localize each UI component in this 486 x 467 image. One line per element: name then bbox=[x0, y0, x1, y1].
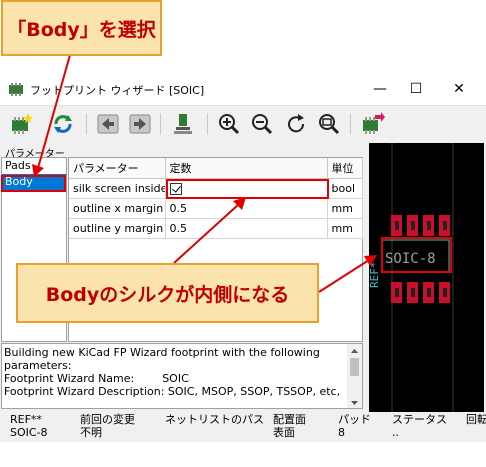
param-unit: mm bbox=[327, 198, 363, 219]
title-bar: フットプリント ウィザード [SOIC] — ☐ ✕ bbox=[0, 73, 486, 105]
toolbar bbox=[0, 105, 486, 143]
message-line: Building new KiCad FP Wizard footprint w… bbox=[4, 346, 320, 359]
highlight-preview-silk bbox=[381, 237, 452, 273]
select-wizard-icon[interactable] bbox=[8, 111, 34, 137]
message-scrollbar[interactable] bbox=[347, 344, 362, 408]
status-label-last-change: 前回の変更 bbox=[80, 413, 135, 426]
param-value[interactable]: 0.5 bbox=[165, 198, 328, 219]
zoom-in-icon[interactable] bbox=[216, 111, 242, 137]
app-icon bbox=[8, 82, 24, 96]
status-bar: REF** SOIC-8 前回の変更 不明 ネットリストのパス 配置面 表面 パッド 8… bbox=[0, 412, 486, 442]
message-line: Footprint Wizard Name: SOIC bbox=[4, 372, 189, 385]
next-icon[interactable] bbox=[127, 111, 153, 137]
table-row: outline y margin 0.5 mm bbox=[69, 218, 363, 239]
export-icon[interactable] bbox=[360, 111, 386, 137]
zoom-fit-icon[interactable] bbox=[316, 111, 342, 137]
minimize-button[interactable]: — bbox=[365, 77, 395, 101]
message-line: Footprint Wizard Description: SOIC, MSOP… bbox=[4, 385, 341, 398]
param-name: outline y margin bbox=[69, 218, 166, 239]
status-label-netlist-path: ネットリストのパス bbox=[165, 413, 264, 426]
message-log[interactable]: Building new KiCad FP Wizard footprint w… bbox=[1, 343, 363, 409]
maximize-button[interactable]: ☐ bbox=[401, 77, 431, 101]
footprint-preview[interactable]: SOIC-8 REF** bbox=[368, 143, 484, 418]
column-header-unit[interactable]: 単位 bbox=[327, 158, 363, 179]
param-value[interactable]: 0.5 bbox=[165, 218, 328, 239]
previous-icon[interactable] bbox=[95, 111, 121, 137]
page-item-pads[interactable]: Pads bbox=[2, 158, 66, 174]
reference-text: REF** bbox=[369, 255, 381, 288]
window-title: フットプリント ウィザード [SOIC] bbox=[30, 84, 205, 97]
status-value-side: 表面 bbox=[273, 426, 295, 439]
callout-select-body: 「Body」を選択 bbox=[1, 0, 162, 56]
status-value-reference: SOIC-8 bbox=[10, 426, 48, 439]
column-header-parameter[interactable]: パラメーター bbox=[69, 158, 166, 179]
close-button[interactable]: ✕ bbox=[444, 77, 474, 101]
param-name: silk screen inside bbox=[69, 178, 166, 199]
status-value-status: .. bbox=[392, 426, 399, 439]
highlight-checkbox-cell bbox=[166, 179, 329, 199]
table-row: outline x margin 0.5 mm bbox=[69, 198, 363, 219]
footprint-icon[interactable] bbox=[170, 111, 196, 137]
status-value-pads: 8 bbox=[338, 426, 345, 439]
redraw-icon[interactable] bbox=[283, 111, 309, 137]
zoom-out-icon[interactable] bbox=[249, 111, 275, 137]
status-label-side: 配置面 bbox=[273, 413, 306, 426]
param-name: outline x margin bbox=[69, 198, 166, 219]
param-unit: mm bbox=[327, 218, 363, 239]
param-unit: bool bbox=[327, 178, 363, 199]
refresh-icon[interactable] bbox=[50, 111, 76, 137]
status-label-rotation: 回転 bbox=[466, 413, 486, 426]
column-header-value[interactable]: 定数 bbox=[165, 158, 328, 179]
status-value-last-change: 不明 bbox=[80, 426, 102, 439]
status-label-pads: パッド bbox=[338, 413, 371, 426]
callout-silk-inside: Bodyのシルクが内側になる bbox=[16, 263, 319, 323]
status-label-reference: REF** bbox=[10, 413, 42, 426]
message-line: parameters: bbox=[4, 359, 72, 372]
status-label-status: ステータス bbox=[392, 413, 447, 426]
highlight-body-item bbox=[1, 175, 66, 192]
